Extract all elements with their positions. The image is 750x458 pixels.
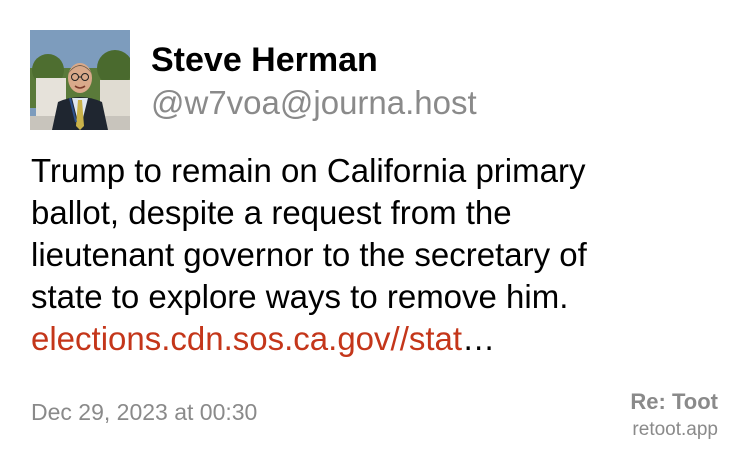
post-timestamp: Dec 29, 2023 at 00:30 <box>31 399 258 425</box>
brand-title: Re: Toot <box>630 389 718 414</box>
avatar-photo-icon <box>30 30 130 130</box>
post-body: Trump to remain on California primary ba… <box>31 150 721 360</box>
link-ellipsis: … <box>462 320 496 357</box>
author-handle[interactable]: @w7voa@journa.host <box>151 82 477 124</box>
post-link-line: elections.cdn.sos.ca.gov//stat… <box>31 318 721 360</box>
post-link[interactable]: elections.cdn.sos.ca.gov//stat <box>31 320 462 357</box>
post-body-line: state to explore ways to remove him. <box>31 278 569 315</box>
toot-card: Steve Herman @w7voa@journa.host Trump to… <box>0 0 750 458</box>
post-body-line: Trump to remain on California primary <box>31 152 586 189</box>
author-name[interactable]: Steve Herman <box>151 38 378 82</box>
brand-site: retoot.app <box>632 419 718 440</box>
post-body-line: lieutenant governor to the secretary of <box>31 236 587 273</box>
author-avatar[interactable] <box>30 30 130 130</box>
post-body-line: ballot, despite a request from the <box>31 194 512 231</box>
